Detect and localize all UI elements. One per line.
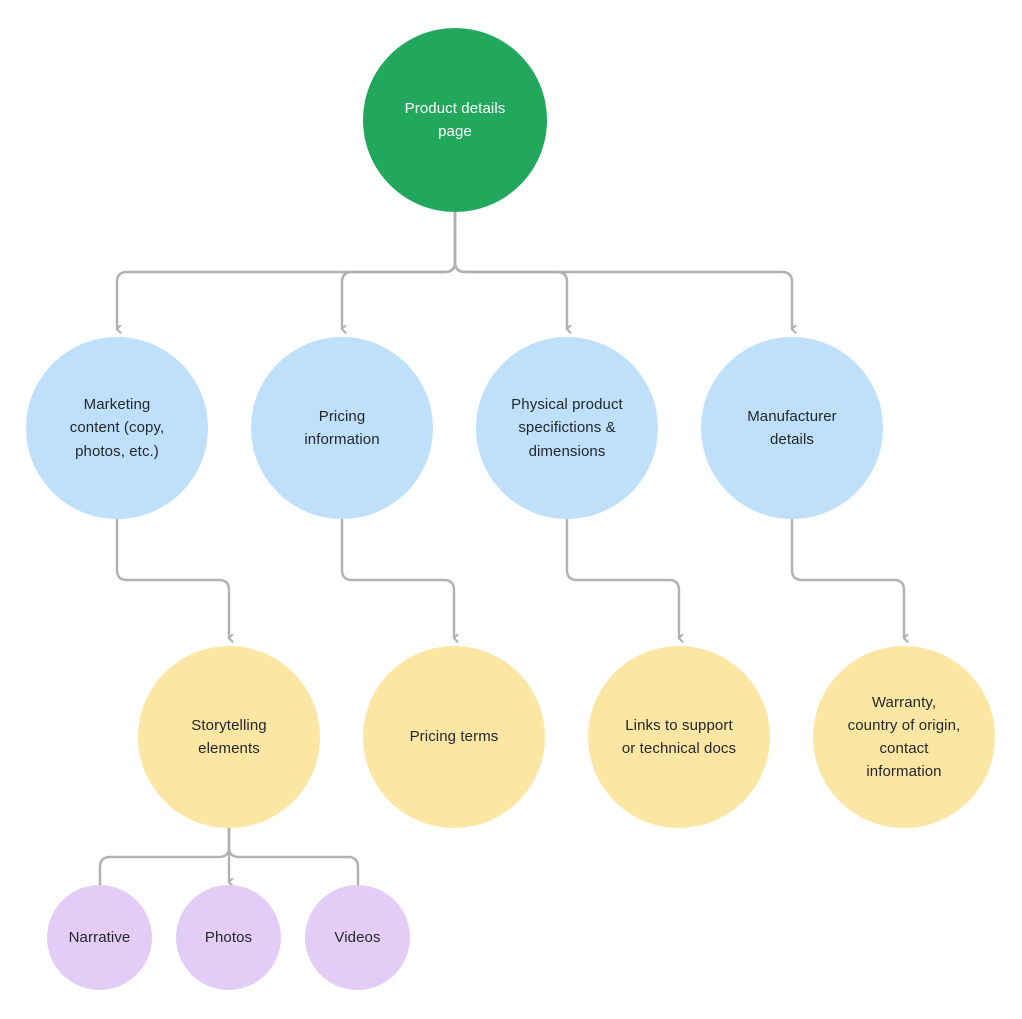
node-label: Pricing information: [304, 407, 380, 448]
node-label: Pricing terms: [409, 728, 499, 746]
edge-group-level2-to-level3: [115, 517, 904, 638]
edge-root-to-physical-specs: [453, 210, 567, 329]
node-label: Physical product specifictions & dimensi…: [511, 396, 623, 460]
node-manufacturer-details[interactable]: Manufacturer details: [701, 337, 883, 519]
edge-storytelling-to-videos: [227, 826, 360, 887]
node-label: Product details page: [404, 99, 506, 140]
node-label: Links to support or technical docs: [621, 716, 737, 757]
node-label: Manufacturer details: [747, 407, 837, 448]
node-label: Storytelling elements: [191, 716, 267, 757]
edge-manufacturer-to-warranty: [790, 517, 904, 638]
diagram-canvas: Product details page Marketing content (…: [0, 0, 1022, 1019]
node-links-to-support[interactable]: Links to support or technical docs: [588, 646, 770, 828]
node-videos[interactable]: Videos: [305, 885, 410, 990]
node-label: Videos: [334, 928, 381, 946]
node-physical-product-specifications[interactable]: Physical product specifictions & dimensi…: [476, 337, 658, 519]
node-marketing-content[interactable]: Marketing content (copy, photos, etc.): [26, 337, 208, 519]
node-label: Marketing content (copy, photos, etc.): [69, 396, 165, 460]
node-product-details-page[interactable]: Product details page: [363, 28, 547, 212]
node-warranty-country-contact[interactable]: Warranty, country of origin, contact inf…: [813, 646, 995, 828]
edge-group-root-to-level2: [117, 210, 792, 329]
edge-storytelling-to-narrative: [98, 826, 231, 887]
edge-root-to-pricing-information: [342, 210, 457, 329]
node-label: Narrative: [68, 928, 131, 946]
node-photos[interactable]: Photos: [176, 885, 281, 990]
node-pricing-information[interactable]: Pricing information: [251, 337, 433, 519]
edge-pricing-information-to-pricing-terms: [340, 517, 454, 638]
edge-physical-specs-to-support-links: [565, 517, 679, 638]
node-label: Warranty, country of origin, contact inf…: [847, 693, 961, 781]
node-label: Photos: [204, 928, 253, 946]
edge-root-to-manufacturer: [453, 210, 792, 329]
node-storytelling-elements[interactable]: Storytelling elements: [138, 646, 320, 828]
edge-marketing-to-storytelling: [115, 517, 229, 638]
node-pricing-terms[interactable]: Pricing terms: [363, 646, 545, 828]
edge-group-level3-to-level4: [98, 826, 360, 887]
edge-root-to-marketing: [117, 210, 457, 329]
node-narrative[interactable]: Narrative: [47, 885, 152, 990]
